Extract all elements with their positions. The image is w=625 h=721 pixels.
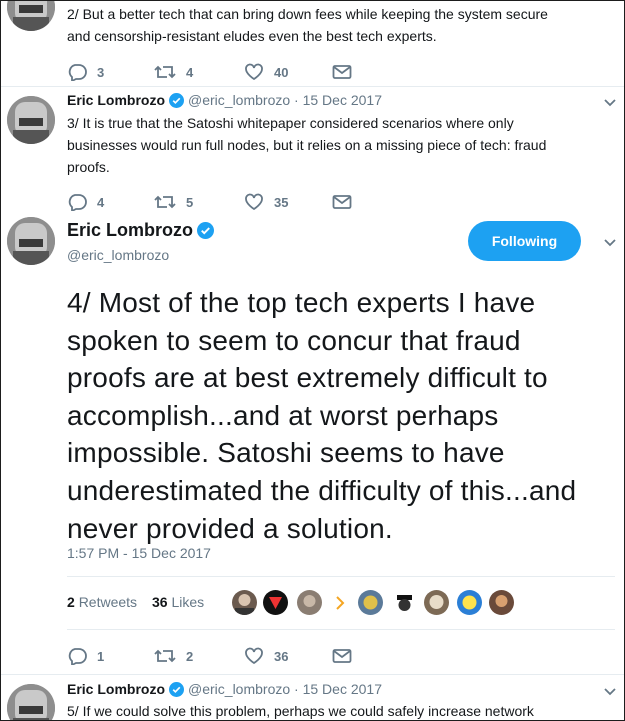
author-handle[interactable]: @eric_lombrozo xyxy=(188,92,290,108)
like-count: 40 xyxy=(274,64,289,80)
tweet-text-line: businesses would run full nodes, but it … xyxy=(67,137,547,153)
chevron-down-icon[interactable] xyxy=(603,236,617,250)
tweet-text-line: accomplish...and at worst perhaps xyxy=(67,399,499,431)
tweet-text-line: never provided a solution. xyxy=(67,512,393,544)
chevron-down-icon[interactable] xyxy=(603,685,617,699)
verified-badge-icon xyxy=(169,93,185,108)
liker-avatar[interactable] xyxy=(232,590,257,615)
like-stat-count: 36 xyxy=(152,594,168,610)
message-button[interactable] xyxy=(332,644,362,668)
retweet-icon xyxy=(154,195,176,209)
divider xyxy=(1,86,624,87)
retweet-icon xyxy=(154,649,176,663)
divider xyxy=(67,576,615,577)
author-name[interactable]: Eric Lombrozo xyxy=(67,681,165,697)
message-button[interactable] xyxy=(332,60,362,84)
liker-avatar[interactable] xyxy=(297,590,322,615)
retweet-count: 2 xyxy=(186,648,194,664)
retweet-stat-count: 2 xyxy=(67,594,75,610)
heart-icon xyxy=(245,63,263,81)
tweet-text-line: 5/ If we could solve this problem, perha… xyxy=(67,703,534,719)
tweet-actions: 4 5 35 xyxy=(67,190,487,214)
tweet-actions: 3 4 40 xyxy=(67,60,487,84)
heart-icon xyxy=(245,193,263,211)
author-handle[interactable]: @eric_lombrozo xyxy=(188,681,290,697)
divider xyxy=(67,629,615,630)
tweet-actions: 1 2 36 xyxy=(67,644,487,668)
author-name[interactable]: Eric Lombrozo xyxy=(67,220,193,240)
avatar[interactable] xyxy=(7,1,55,31)
reply-count: 1 xyxy=(97,648,105,664)
reply-icon xyxy=(68,648,87,665)
chevron-down-icon[interactable] xyxy=(603,96,617,110)
like-button[interactable]: 40 xyxy=(244,60,288,84)
retweet-stat-label: Retweets xyxy=(78,594,138,610)
liker-avatar[interactable] xyxy=(457,590,482,615)
tweet-text-line: 2/ But a better tech that can bring down… xyxy=(67,6,548,22)
author-handle[interactable]: @eric_lombrozo xyxy=(67,246,169,264)
tweet-date[interactable]: · 15 Dec 2017 xyxy=(294,92,382,108)
retweet-count: 4 xyxy=(186,64,194,80)
tweet-text-line: proofs. xyxy=(67,159,110,175)
avatar[interactable] xyxy=(7,684,55,720)
message-button[interactable] xyxy=(332,190,362,214)
envelope-icon xyxy=(332,65,352,79)
reply-icon xyxy=(68,194,87,211)
retweet-stat[interactable]: 2 Retweets xyxy=(67,594,137,610)
heart-icon xyxy=(245,647,263,665)
verified-badge-icon xyxy=(197,222,215,239)
tweet-text-line: underestimated the difficulty of this...… xyxy=(67,474,577,506)
tweet-header: Eric Lombrozo @eric_lombrozo · 15 Dec 201… xyxy=(67,680,382,698)
main-tweet-text: 4/ Most of the top tech experts I have s… xyxy=(67,284,624,547)
verified-badge-icon xyxy=(169,682,185,697)
tweet-text-line: 4/ Most of the top tech experts I have xyxy=(67,287,536,318)
retweet-button[interactable]: 4 xyxy=(154,60,193,84)
main-tweet-header: Eric Lombrozo xyxy=(67,219,218,241)
tweet-text-line: 3/ It is true that the Satoshi whitepape… xyxy=(67,115,514,131)
reply-button[interactable]: 3 xyxy=(67,60,104,84)
reply-icon xyxy=(68,64,87,81)
tweet-text-line: impossible. Satoshi seems to have xyxy=(67,437,505,469)
retweet-icon xyxy=(154,65,176,79)
tweet-timestamp[interactable]: 1:57 PM - 15 Dec 2017 xyxy=(67,544,211,562)
reply-count: 4 xyxy=(97,194,105,210)
tweet-text-line: spoken to seem to concur that fraud xyxy=(67,324,521,356)
retweet-button[interactable]: 2 xyxy=(154,644,193,668)
retweet-button[interactable]: 5 xyxy=(154,190,193,214)
author-name[interactable]: Eric Lombrozo xyxy=(67,92,165,108)
like-stat-label: Likes xyxy=(171,594,205,610)
like-stat[interactable]: 36 Likes xyxy=(152,594,204,610)
like-button[interactable]: 36 xyxy=(244,644,288,668)
envelope-icon xyxy=(332,649,352,663)
liker-avatar[interactable] xyxy=(358,590,383,615)
following-button[interactable]: Following xyxy=(468,221,581,261)
liker-avatar[interactable] xyxy=(424,590,449,615)
tweet-thread: 2/ But a better tech that can bring down… xyxy=(0,0,625,721)
envelope-icon xyxy=(332,195,352,209)
avatar[interactable] xyxy=(7,96,55,144)
reply-count: 3 xyxy=(97,64,105,80)
tweet-header: Eric Lombrozo @eric_lombrozo · 15 Dec 201… xyxy=(67,91,382,109)
like-count: 36 xyxy=(274,648,289,664)
like-count: 35 xyxy=(274,194,289,210)
liker-avatar[interactable] xyxy=(392,590,417,615)
tweet-text-line: and censorship-resistant eludes even the… xyxy=(67,28,437,44)
like-button[interactable]: 35 xyxy=(244,190,288,214)
chevron-right-icon xyxy=(336,596,345,610)
avatar[interactable] xyxy=(7,217,55,265)
liker-avatar[interactable] xyxy=(263,590,288,615)
tweet-date[interactable]: · 15 Dec 2017 xyxy=(294,681,382,697)
retweet-count: 5 xyxy=(186,194,194,210)
reply-button[interactable]: 4 xyxy=(67,190,104,214)
reply-button[interactable]: 1 xyxy=(67,644,104,668)
divider xyxy=(1,674,624,675)
liker-avatar[interactable] xyxy=(489,590,514,615)
tweet-text-line: proofs are at best extremely difficult t… xyxy=(67,362,548,394)
